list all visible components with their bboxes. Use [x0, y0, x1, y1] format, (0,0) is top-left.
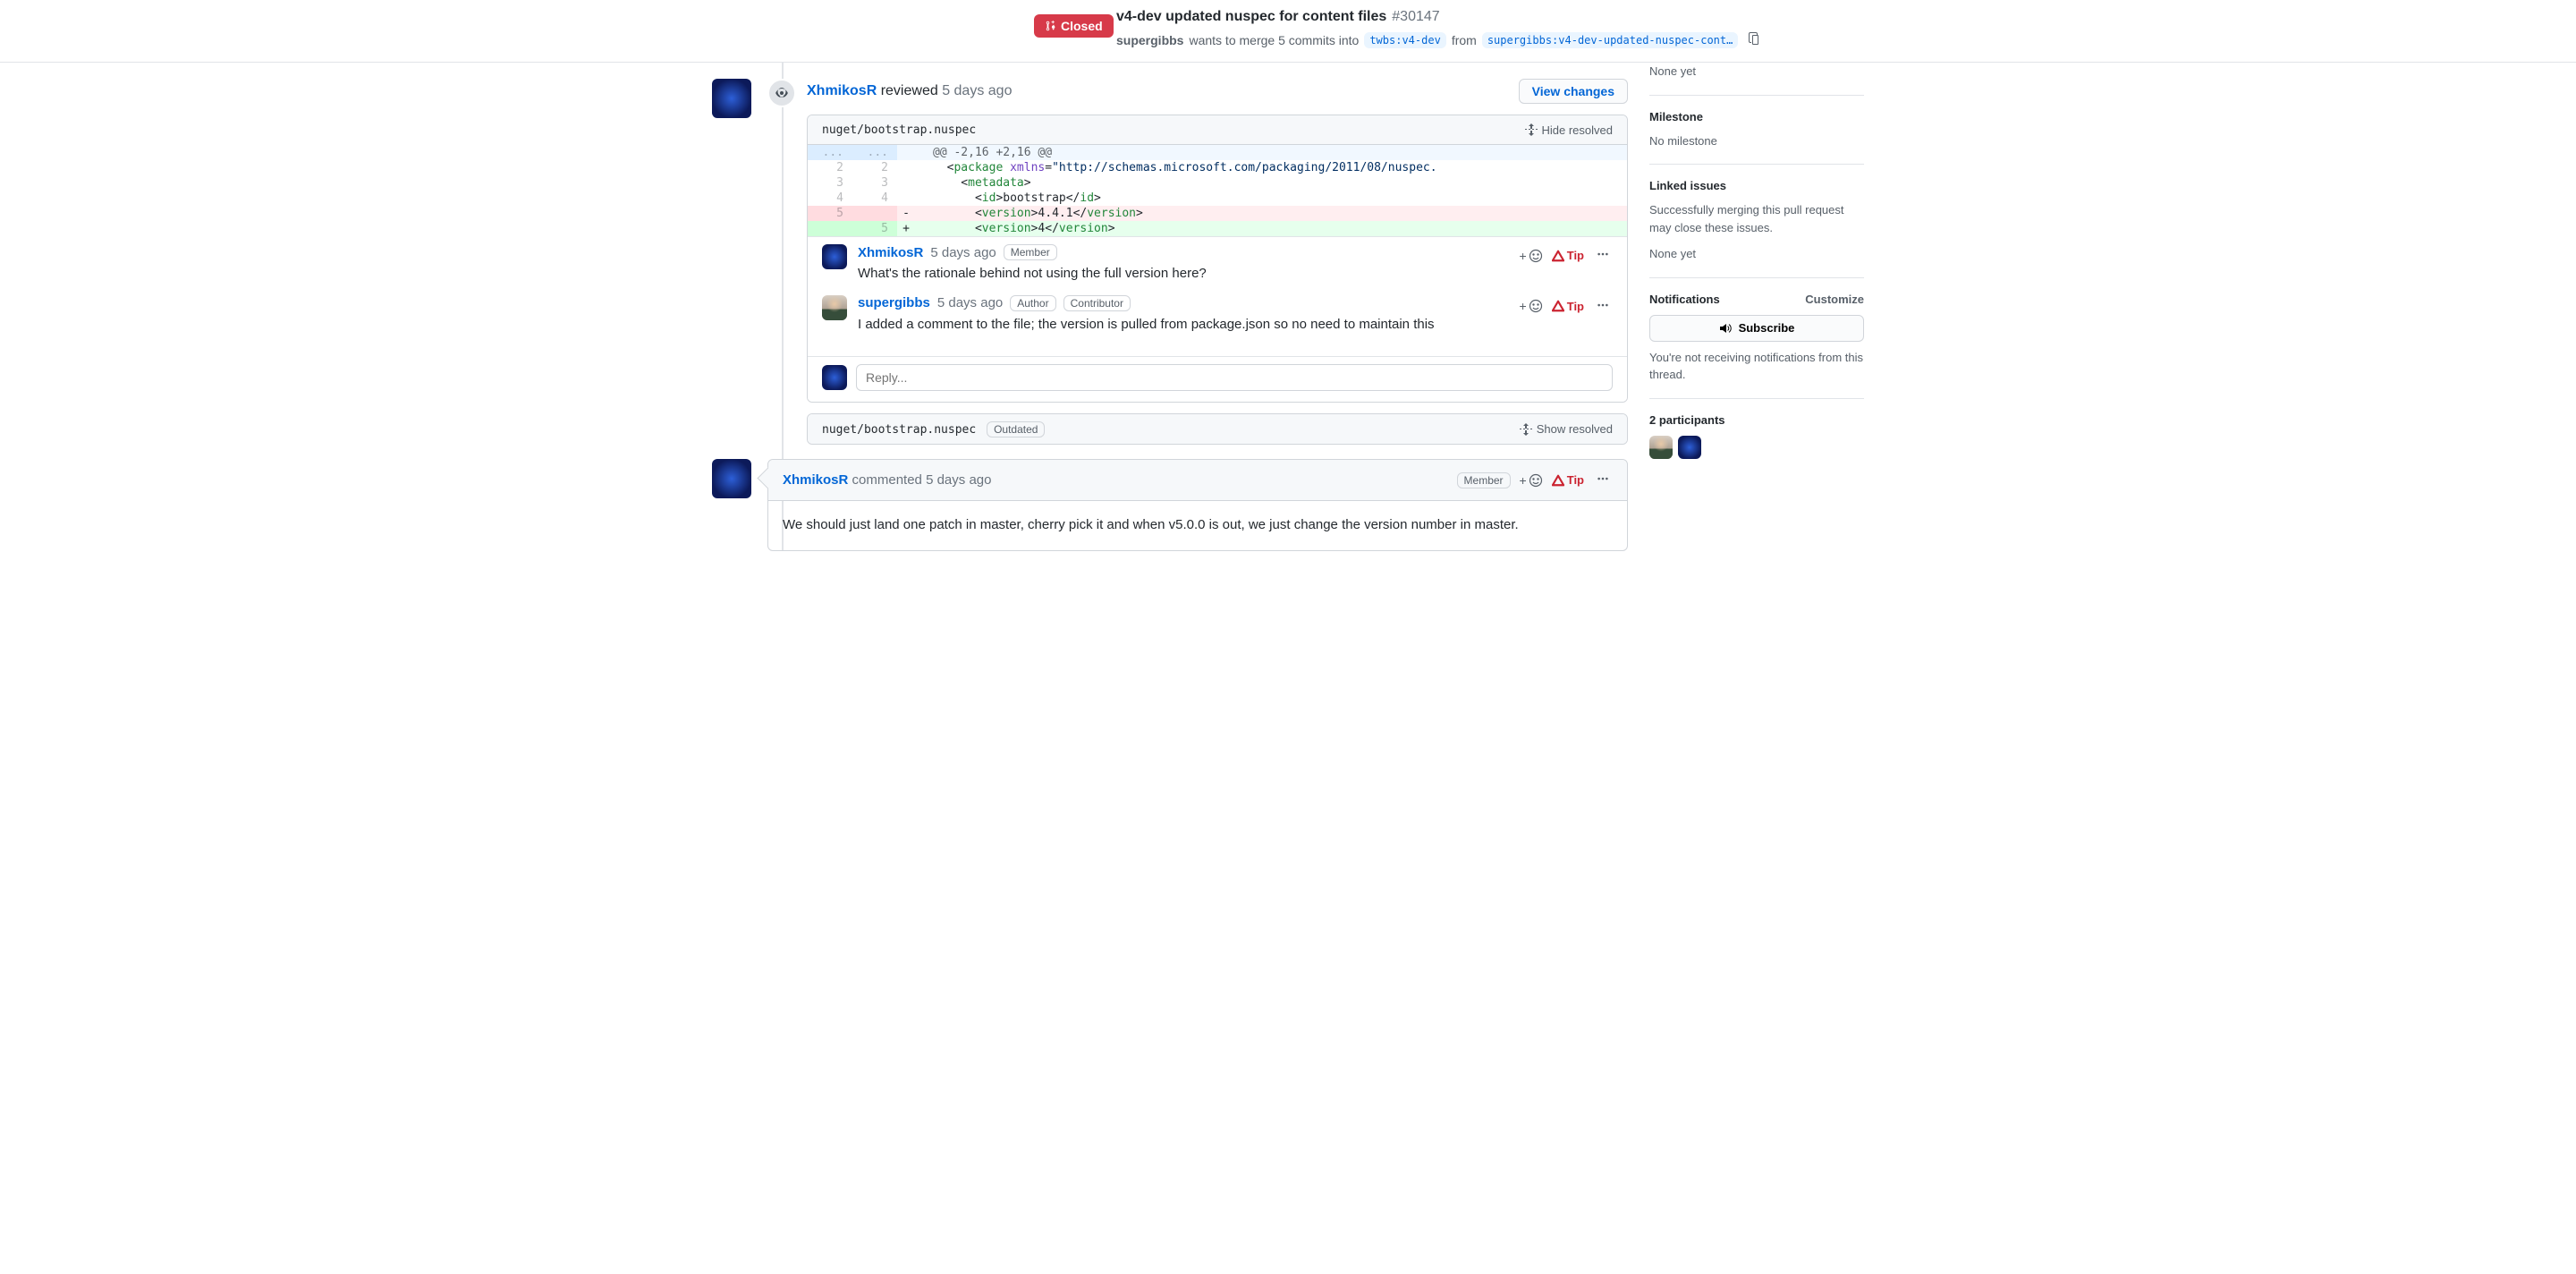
reaction-button[interactable]: +	[1520, 249, 1543, 263]
sidebar-linked-none: None yet	[1649, 245, 1864, 263]
diff-table: ...... @@ -2,16 +2,16 @@ 2 2 <package xm…	[808, 145, 1627, 236]
triangle-icon	[1552, 300, 1564, 312]
comment-author[interactable]: supergibbs	[858, 295, 930, 310]
from-text: from	[1452, 33, 1477, 47]
status-badge: Closed	[1034, 14, 1114, 38]
participant-avatar[interactable]	[1649, 436, 1673, 459]
review-comment: XhmikosR 5 days ago Member What's the ra…	[822, 244, 1613, 285]
smiley-icon	[1529, 299, 1543, 313]
review-action: reviewed	[881, 83, 938, 98]
review-time[interactable]: 5 days ago	[942, 83, 1012, 98]
sidebar-milestone-text: No milestone	[1649, 132, 1864, 150]
pr-header: Closed v4-dev updated nuspec for content…	[0, 0, 2576, 63]
customize-link[interactable]: Customize	[1805, 293, 1864, 306]
review-file-collapsed: nuget/bootstrap.nuspec Outdated Show res…	[807, 413, 1628, 445]
hide-resolved-button[interactable]: Hide resolved	[1524, 123, 1614, 137]
smiley-icon	[1529, 249, 1543, 263]
role-badge: Member	[1004, 244, 1057, 260]
comment-author[interactable]: XhmikosR	[783, 472, 848, 488]
view-changes-button[interactable]: View changes	[1519, 79, 1628, 104]
review-comment: supergibbs 5 days ago Author Contributor…	[822, 295, 1613, 335]
file-header: nuget/bootstrap.nuspec Outdated Show res…	[808, 414, 1627, 444]
hunk-header: ...... @@ -2,16 +2,16 @@	[808, 145, 1627, 160]
avatar[interactable]	[822, 244, 847, 269]
sidebar-linked-issues: Linked issues Successfully merging this …	[1649, 165, 1864, 278]
tip-button[interactable]: Tip	[1552, 300, 1584, 313]
reply-box	[808, 356, 1627, 402]
sidebar-participants: 2 participants	[1649, 399, 1864, 473]
sidebar-notif-text: You're not receiving notifications from …	[1649, 349, 1864, 384]
comment-body: What's the rationale behind not using th…	[858, 264, 1613, 285]
smiley-icon	[1529, 473, 1543, 488]
sidebar-participants-title: 2 participants	[1649, 413, 1864, 427]
sidebar-milestone-title[interactable]: Milestone	[1649, 110, 1864, 123]
copy-icon[interactable]	[1743, 29, 1763, 51]
avatar[interactable]	[712, 459, 751, 498]
file-path[interactable]: nuget/bootstrap.nuspec	[822, 123, 976, 137]
kebab-icon[interactable]	[1593, 469, 1613, 491]
avatar[interactable]	[712, 79, 751, 118]
pr-number: #30147	[1392, 9, 1439, 25]
pr-meta: supergibbs wants to merge 5 commits into…	[1116, 29, 1766, 51]
triangle-icon	[1552, 474, 1564, 487]
avatar[interactable]	[822, 295, 847, 320]
file-header: nuget/bootstrap.nuspec Hide resolved	[808, 115, 1627, 145]
kebab-icon[interactable]	[1593, 244, 1613, 267]
sidebar: None yet Milestone No milestone Linked i…	[1649, 63, 1864, 551]
reaction-button[interactable]: +	[1520, 299, 1543, 313]
timeline-comment: XhmikosR commented 5 days ago Member + T…	[712, 459, 1628, 551]
merge-text: wants to merge 5 commits into	[1189, 33, 1359, 47]
review-state-icon	[767, 79, 796, 107]
participant-avatar[interactable]	[1678, 436, 1701, 459]
tip-button[interactable]: Tip	[1552, 473, 1584, 487]
comment-time[interactable]: 5 days ago	[937, 295, 1003, 310]
reaction-button[interactable]: +	[1520, 473, 1543, 488]
diff-line: 2 2 <package xmlns="http://schemas.micro…	[808, 160, 1627, 175]
author-link[interactable]: supergibbs	[1116, 33, 1183, 47]
role-badge: Member	[1457, 472, 1511, 488]
comment-body: I added a comment to the file; the versi…	[858, 315, 1613, 335]
triangle-icon	[1552, 250, 1564, 262]
outdated-badge: Outdated	[987, 421, 1045, 437]
base-branch[interactable]: twbs:v4-dev	[1364, 32, 1445, 48]
diff-line-added: 5 + <version>4</version>	[808, 221, 1627, 236]
role-badge: Author	[1010, 295, 1055, 311]
reply-input[interactable]	[856, 364, 1613, 391]
comment-header: XhmikosR commented 5 days ago Member + T…	[768, 460, 1627, 501]
sidebar-linked-title[interactable]: Linked issues	[1649, 179, 1864, 192]
tip-button[interactable]: Tip	[1552, 249, 1584, 262]
sidebar-section: None yet	[1649, 63, 1864, 96]
comment-author[interactable]: XhmikosR	[858, 245, 923, 260]
sidebar-none: None yet	[1649, 63, 1864, 81]
diff-line-deleted: 5 - <version>4.4.1</version>	[808, 206, 1627, 221]
inline-comments: XhmikosR 5 days ago Member What's the ra…	[808, 236, 1627, 356]
unfold-icon	[1519, 422, 1533, 437]
role-badge: Contributor	[1063, 295, 1131, 311]
comment-time[interactable]: 5 days ago	[926, 472, 991, 488]
avatar[interactable]	[822, 365, 847, 390]
kebab-icon[interactable]	[1593, 295, 1613, 318]
git-pr-closed-icon	[1045, 20, 1057, 32]
sidebar-linked-desc: Successfully merging this pull request m…	[1649, 201, 1864, 236]
unmute-icon	[1719, 321, 1733, 335]
diff-line: 4 4 <id>bootstrap</id>	[808, 191, 1627, 206]
pr-title[interactable]: v4-dev updated nuspec for content files	[1116, 9, 1386, 25]
show-resolved-button[interactable]: Show resolved	[1519, 422, 1613, 437]
comment-body: We should just land one patch in master,…	[768, 501, 1627, 550]
review-file: nuget/bootstrap.nuspec Hide resolved ...…	[807, 115, 1628, 403]
sidebar-notif-title: Notifications	[1649, 293, 1720, 306]
review-event: XhmikosR reviewed 5 days ago View change…	[712, 79, 1628, 445]
subscribe-button[interactable]: Subscribe	[1649, 315, 1864, 342]
review-author[interactable]: XhmikosR	[807, 83, 877, 98]
head-branch[interactable]: supergibbs:v4-dev-updated-nuspec-cont…	[1482, 32, 1739, 48]
comment-time[interactable]: 5 days ago	[930, 245, 996, 260]
unfold-icon	[1524, 123, 1538, 137]
status-label: Closed	[1061, 19, 1103, 33]
sidebar-notifications: Notifications Customize Subscribe You're…	[1649, 278, 1864, 399]
file-path[interactable]: nuget/bootstrap.nuspec	[822, 423, 976, 437]
diff-line: 3 3 <metadata>	[808, 175, 1627, 191]
sidebar-milestone: Milestone No milestone	[1649, 96, 1864, 166]
